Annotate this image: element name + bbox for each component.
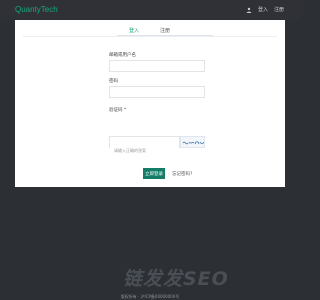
login-link[interactable]: 登入 [258, 6, 268, 13]
brand-logo[interactable]: QuantyTech [15, 5, 58, 14]
copyright-text: 版权所有 · 沪ICP备00000000号 [120, 294, 180, 299]
auth-tabs: 登入 注册 [117, 27, 213, 37]
forgot-password-link[interactable]: 忘记密码? [172, 171, 192, 177]
password-field[interactable] [109, 86, 205, 98]
account-label: 邮箱或用户名 [109, 53, 136, 58]
captcha-text-input[interactable] [110, 145, 179, 156]
captcha-image[interactable] [180, 136, 205, 148]
register-link[interactable]: 注册 [274, 6, 284, 13]
login-button[interactable]: 立即登录 [143, 168, 165, 179]
account-field[interactable] [109, 60, 205, 72]
tab-register[interactable]: 注册 [160, 27, 170, 34]
user-icon [246, 7, 252, 13]
captcha-input[interactable] [109, 136, 180, 156]
password-label: 密码 [109, 79, 118, 84]
top-navigation-bar: QuantyTech 登入 注册 [0, 0, 300, 20]
captcha-label: 验证码 * [109, 108, 127, 113]
footer: 链发发SEO 版权所有 · 沪ICP备00000000号 [0, 188, 300, 300]
login-panel: 登入 注册 邮箱或用户名 密码 验证码 * 立即登录 忘记密码? [15, 20, 285, 187]
watermark-text: 链发发SEO [123, 268, 229, 290]
divider [23, 36, 277, 37]
top-right-nav: 登入 注册 [246, 6, 284, 13]
